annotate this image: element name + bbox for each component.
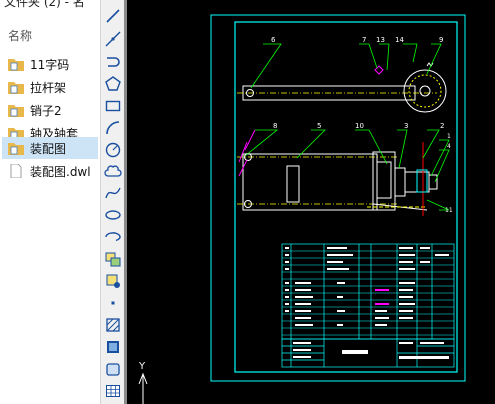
list-item-file[interactable]: 装配图.dwl [2,160,98,182]
folder-icon [8,105,24,117]
list-item-folder[interactable]: 拉杆架 [2,76,98,98]
front-view [237,129,438,216]
parts-list-rows [282,250,454,336]
explorer-title: 文件夹 (2) - 名 [4,0,85,9]
hatch-icon[interactable] [103,315,123,335]
balloon-label: 10 [355,122,364,130]
list-item-folder-selected[interactable]: 装配图 [2,137,98,159]
file-icon [10,164,22,178]
spline-icon[interactable] [103,183,123,203]
name-column-header[interactable]: 名称 [8,27,32,44]
balloon-label: 9 [439,36,443,44]
region-icon[interactable] [103,359,123,379]
top-view [237,62,447,113]
list-item-folder[interactable]: 11字码 [2,53,98,75]
balloon-label: 7 [362,36,366,44]
ucs-y-label: Y [138,361,146,372]
make-block-icon[interactable] [103,271,123,291]
balloon-label: 8 [273,122,277,130]
gradient-icon[interactable] [103,337,123,357]
balloon-label: 6 [271,36,276,44]
point-icon[interactable] [103,293,123,313]
file-name: 装配图.dwl [30,164,91,179]
line-icon[interactable] [103,6,123,26]
revision-cloud-icon[interactable] [103,162,123,182]
table-icon[interactable] [103,381,123,401]
ellipse-arc-icon[interactable] [103,227,123,247]
polyline-icon[interactable] [103,52,123,72]
construction-line-icon[interactable] [103,29,123,49]
ellipse-icon[interactable] [103,205,123,225]
ucs-axis-icon [138,372,148,404]
folder-name: 11字码 [30,57,70,72]
folder-icon [8,143,24,155]
balloon-label: 2 [440,122,444,130]
folder-name: 拉杆架 [30,80,67,95]
insert-block-icon[interactable] [103,249,123,269]
folder-icon [8,82,24,94]
balloon-label: 13 [376,36,385,44]
circle-icon[interactable] [103,140,123,160]
title-block-text [293,342,449,359]
polygon-icon[interactable] [103,74,123,94]
assembly-drawing: 6 7 13 14 9 8 5 10 3 2 1 4 11 Y [138,14,466,404]
balloon-label: 1 [447,133,451,140]
file-explorer-pane: 文件夹 (2) - 名 名称 11字码 拉杆架 销子2 轴及轴套 装配图 装配图… [0,0,100,404]
balloon-label: 5 [317,122,321,130]
balloon-label: 14 [395,36,404,44]
balloon-label: 4 [447,143,451,150]
list-item-folder[interactable]: 销子2 [2,99,98,121]
draw-toolbar [100,0,125,404]
balloon-label: 3 [404,122,408,130]
balloon-labels: 6 7 13 14 9 8 5 10 3 2 1 4 11 [271,36,453,214]
folder-name: 销子2 [30,103,62,118]
balloon-label: 11 [445,207,453,214]
folder-name: 装配图 [30,141,67,156]
rectangle-icon[interactable] [103,96,123,116]
drawing-canvas[interactable]: 6 7 13 14 9 8 5 10 3 2 1 4 11 Y [127,0,495,404]
inner-border-frame [234,21,458,373]
arc-icon[interactable] [103,118,123,138]
folder-icon [8,59,24,71]
